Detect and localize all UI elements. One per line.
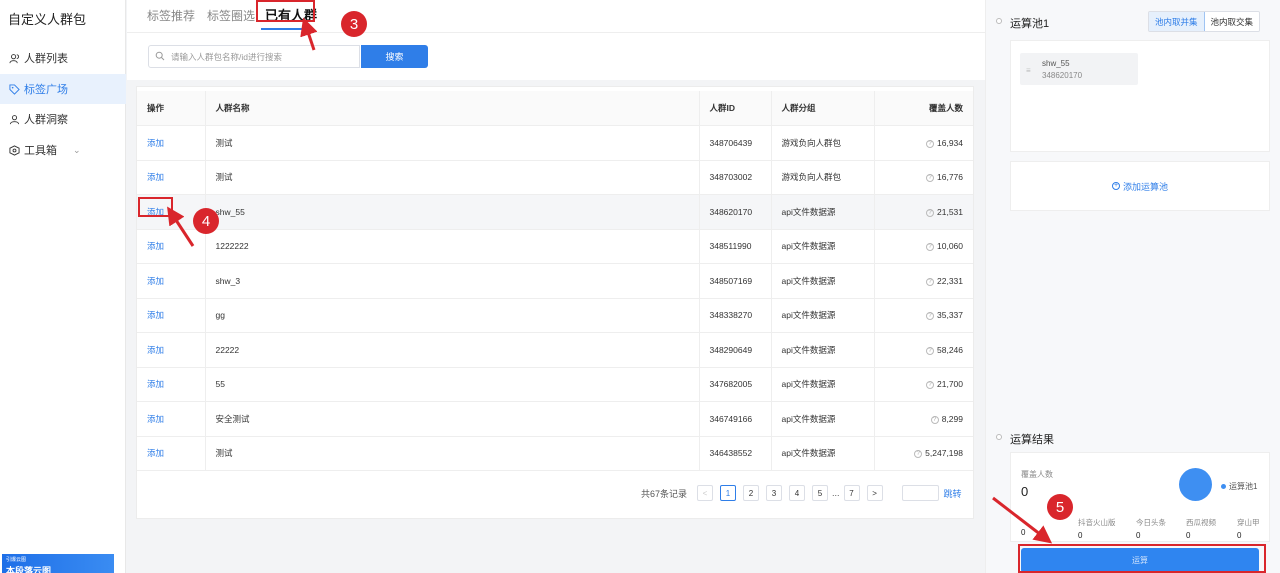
arrow-to-tab	[300, 17, 318, 51]
arrow-to-compute	[992, 496, 1053, 544]
arrow-to-add	[167, 206, 195, 247]
annotation-arrows	[167, 17, 1053, 544]
